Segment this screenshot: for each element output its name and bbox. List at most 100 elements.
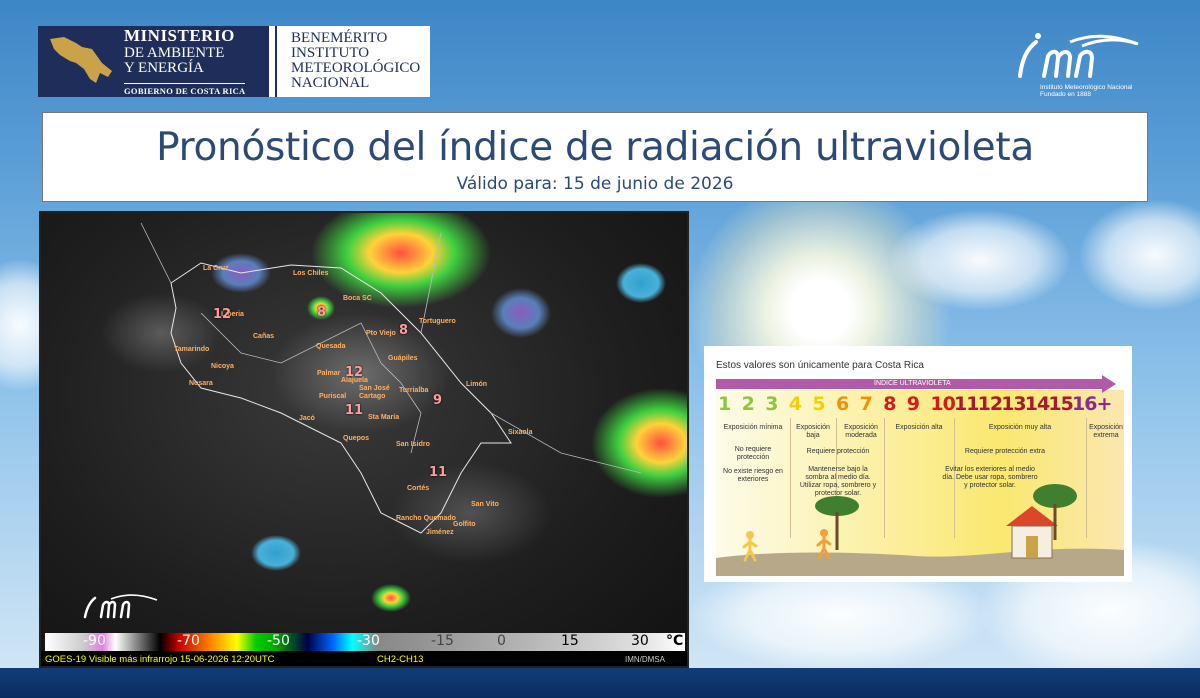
caption-mid: CH2-CH13 <box>377 654 424 665</box>
cloud-decoration <box>890 210 1070 310</box>
uv-arrow-head <box>1102 375 1116 393</box>
footer-bar <box>0 668 1200 698</box>
protection-label: No requiere protección <box>734 446 772 461</box>
uv-table-header: Estos valores son únicamente para Costa … <box>716 360 924 371</box>
colorbar-label: -30 <box>357 633 380 649</box>
city-label: Los Chiles <box>293 270 329 277</box>
city-label: Boca SC <box>343 295 372 302</box>
title-box: Pronóstico del índice de radiación ultra… <box>42 112 1148 202</box>
uv-value: 12 <box>345 365 364 380</box>
uv-number: 1 <box>718 393 731 415</box>
colorbar-label: -15 <box>431 633 454 649</box>
imn-logo: Instituto Meteorológico Nacional Fundado… <box>1010 28 1150 100</box>
colorbar-label: 0 <box>497 633 506 649</box>
seal-line1: BENEMÉRITO <box>291 30 388 46</box>
city-label: La Cruz <box>203 265 229 272</box>
city-label: Jiménez <box>426 529 454 536</box>
city-label: Nicoya <box>211 363 234 370</box>
column-divider <box>790 418 791 538</box>
city-label: Cortés <box>407 485 430 492</box>
ministerio-block: MINISTERIO DE AMBIENTE Y ENERGÍA GOBIERN… <box>38 26 269 97</box>
costa-rica-map-icon <box>50 36 112 83</box>
city-label: Turrialba <box>399 387 429 394</box>
city-label: Tortuguero <box>419 318 456 325</box>
city-label: Golfito <box>453 521 476 528</box>
imn-subtitle: Instituto Meteorológico Nacional Fundado… <box>1040 84 1133 98</box>
exposure-label: Exposición baja <box>796 424 830 439</box>
exposure-label: Exposición moderada <box>844 424 878 439</box>
colorbar-label: -70 <box>177 633 200 649</box>
advice-label: Evitar los exteriores al medio día. Debe… <box>942 466 1038 489</box>
exposure-label: Exposición alta <box>895 424 943 431</box>
ministerio-line4: GOBIERNO DE COSTA RICA <box>124 83 246 96</box>
city-label: Quesada <box>316 343 346 350</box>
uv-number: 12 <box>977 393 1003 415</box>
satellite-image: La Cruz Los Chiles Liberia Cañas Boca SC… <box>39 211 689 668</box>
satellite-caption: GOES-19 Visible más infrarrojo 15-06-202… <box>41 651 687 666</box>
uv-number: 8 <box>883 393 896 415</box>
uv-number: 14 <box>1024 393 1050 415</box>
city-label: Rancho Quemado <box>396 515 456 522</box>
colorbar-label: °C <box>666 633 684 649</box>
seal-line2: INSTITUTO <box>291 45 370 61</box>
column-divider <box>884 418 885 538</box>
imn-sub2: Fundado en 1888 <box>1040 91 1091 98</box>
city-label: Sixaola <box>508 429 533 436</box>
exposure-label: Exposición extrema <box>1089 424 1123 439</box>
ground-illustration <box>716 548 1124 576</box>
city-label: Quepos <box>343 435 370 442</box>
uv-number: 16+ <box>1072 393 1112 415</box>
uv-index-table: Estos valores son únicamente para Costa … <box>704 346 1132 582</box>
uv-value: 8 <box>317 305 327 320</box>
imn-watermark-icon <box>83 594 158 619</box>
seal-line4: NACIONAL <box>291 75 370 91</box>
cloud-decoration <box>1080 200 1200 310</box>
city-label: Cañas <box>253 333 275 340</box>
uv-number: 4 <box>788 393 802 415</box>
ministerio-line3: Y ENERGÍA <box>124 60 204 77</box>
city-label: San Vito <box>471 501 499 508</box>
exposure-label: Exposición muy alta <box>988 424 1052 431</box>
uv-value: 9 <box>433 393 443 408</box>
city-label: Guápiles <box>388 355 418 362</box>
colorbar-label: -50 <box>267 633 290 649</box>
person-under-tree-icon <box>816 529 832 560</box>
uv-arrow-label: ÍNDICE ULTRAVIOLETA <box>874 380 951 387</box>
exposure-label: Exposición mínima <box>723 424 783 431</box>
uv-value: 11 <box>429 465 448 480</box>
uv-number: 7 <box>859 393 873 415</box>
uv-number: 10 <box>930 393 955 415</box>
city-label: San José <box>359 385 390 392</box>
city-label: Limón <box>466 381 487 388</box>
valid-date: Válido para: 15 de junio de 2026 <box>456 174 734 194</box>
column-divider <box>1086 418 1087 538</box>
imn-sub1: Instituto Meteorológico Nacional <box>1040 84 1133 91</box>
imn-seal-text: BENEMÉRITO INSTITUTO METEOROLÓGICO NACIO… <box>275 26 430 97</box>
city-label: Sta María <box>368 414 400 421</box>
advice-label: No existe riesgo en exteriores <box>723 468 783 483</box>
ministerio-title: MINISTERIO <box>124 26 235 46</box>
uv-number: 6 <box>836 393 849 415</box>
uv-number: 15 <box>1048 393 1073 415</box>
city-label: Nosara <box>189 380 213 387</box>
uv-value: 8 <box>399 323 409 338</box>
ministerio-logo: MINISTERIO DE AMBIENTE Y ENERGÍA GOBIERN… <box>38 26 430 97</box>
uv-value: 11 <box>345 403 364 418</box>
city-label: Tamarindo <box>174 346 210 353</box>
city-label: Pto Viejo <box>366 330 396 337</box>
colorbar-label: -90 <box>83 633 106 649</box>
seal-line3: METEOROLÓGICO <box>291 60 421 76</box>
ministerio-line2: DE AMBIENTE <box>124 45 225 62</box>
uv-number: 5 <box>812 393 825 415</box>
caption-right: IMN/DMSA <box>625 655 665 664</box>
uv-number: 9 <box>906 393 920 415</box>
protection-label: Requiere protección extra <box>964 448 1046 455</box>
city-label: Puriscal <box>319 393 347 400</box>
city-label: Cartago <box>359 393 386 400</box>
city-label: San Isidro <box>396 441 430 448</box>
colorbar-label: 30 <box>631 633 649 649</box>
uv-number: 11 <box>954 393 979 415</box>
person-walking-icon <box>742 531 758 562</box>
page-title: Pronóstico del índice de radiación ultra… <box>156 125 1034 170</box>
city-label: Jacó <box>299 415 315 422</box>
